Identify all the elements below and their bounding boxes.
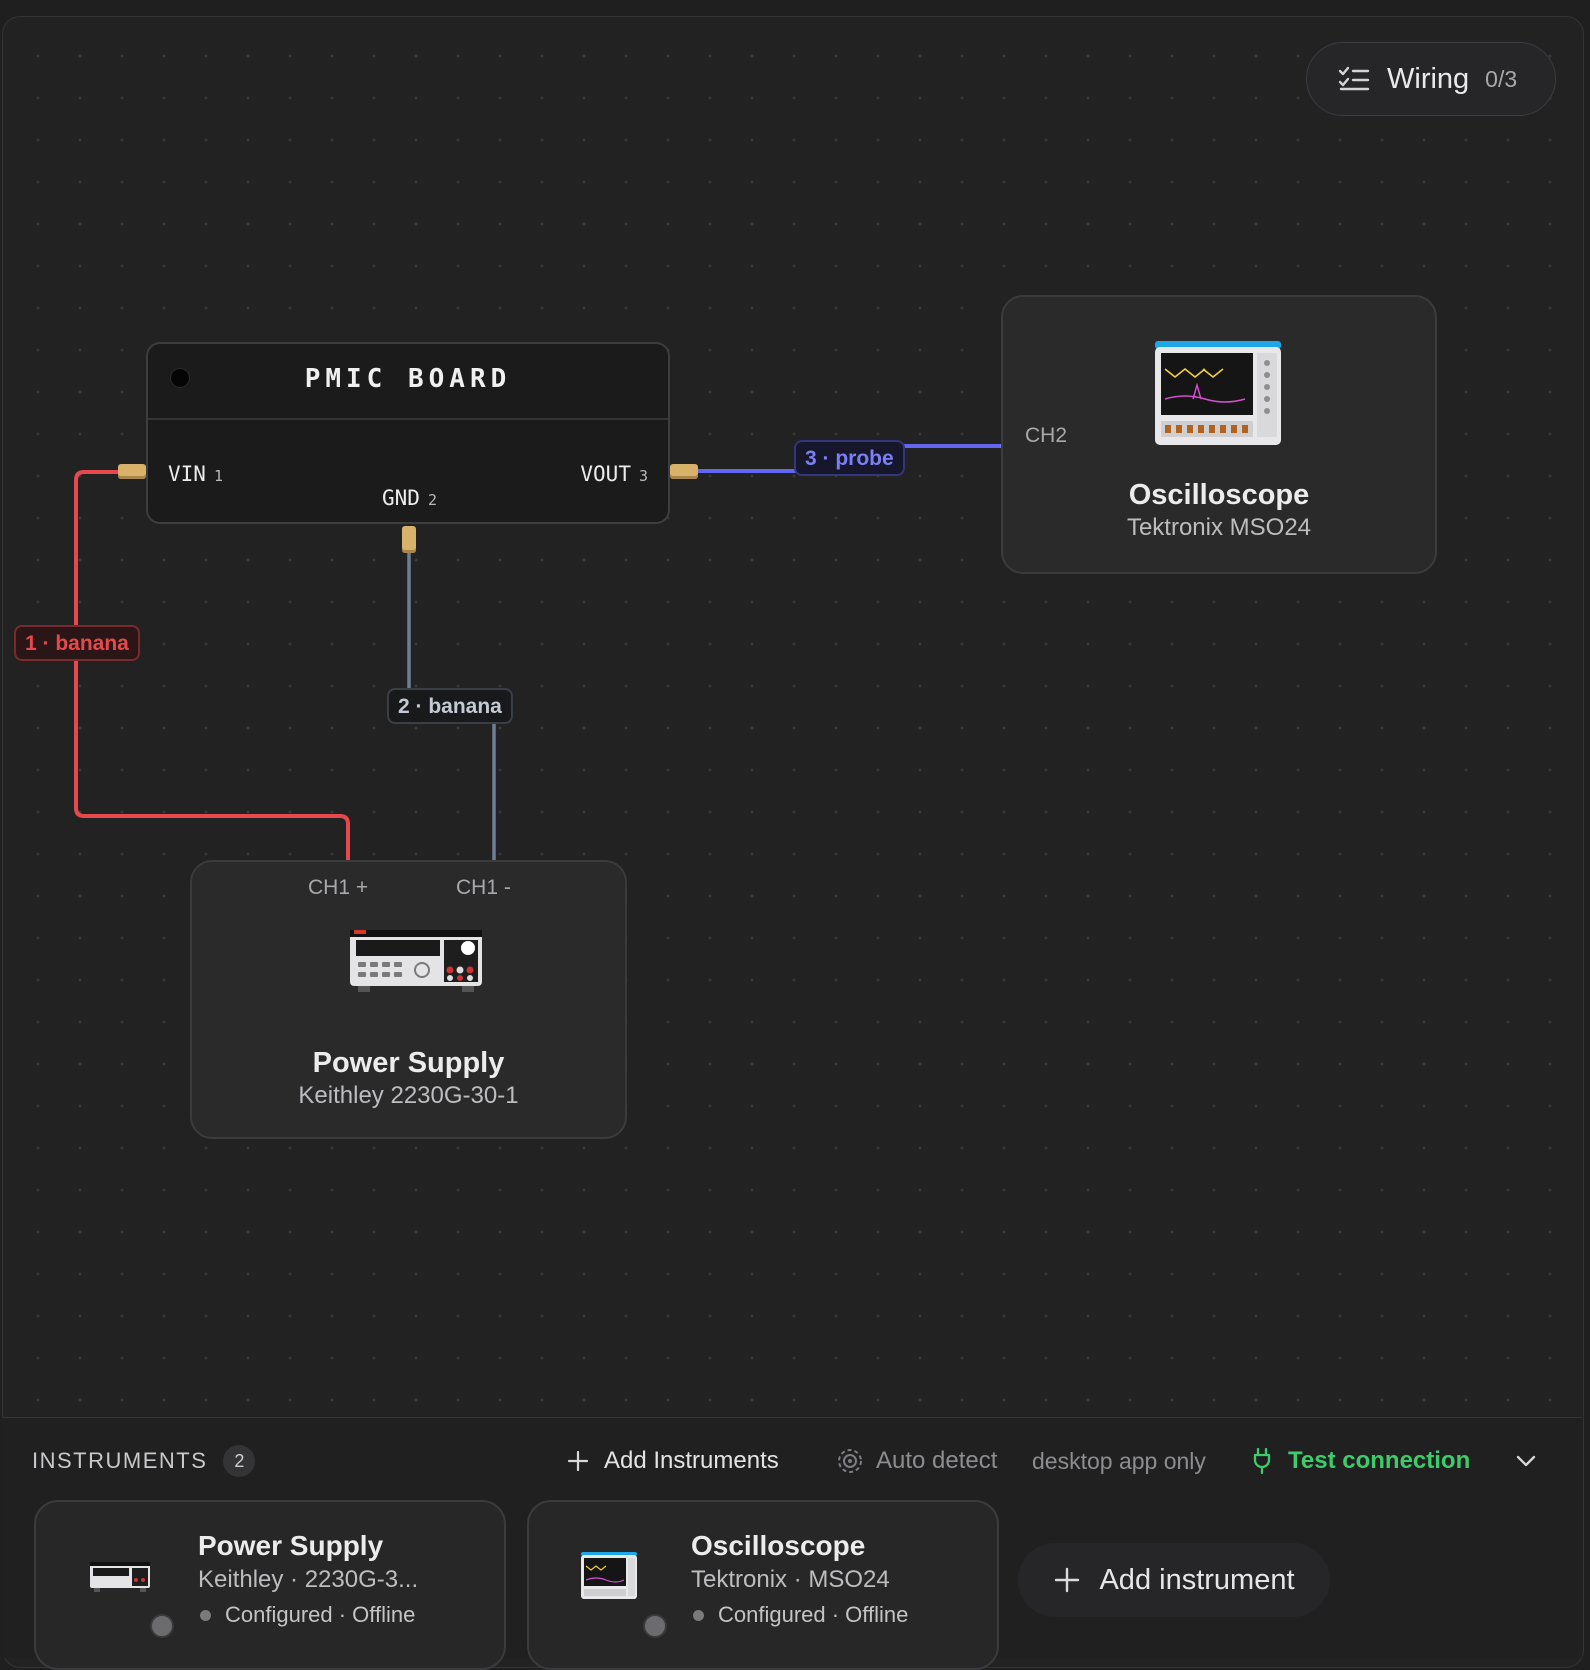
plus-icon bbox=[1055, 1567, 1080, 1593]
power-supply-image bbox=[350, 930, 482, 992]
pmic-board-node[interactable]: PMIC BOARD VIN 1 GND 2 VOUT 3 bbox=[146, 342, 670, 524]
instrument-card-oscilloscope[interactable]: Oscilloscope Tektronix · MSO24 Configure… bbox=[527, 1500, 999, 1670]
status-knob bbox=[643, 1614, 667, 1638]
wiring-canvas[interactable]: Wiring 0/3 PMIC BOARD VIN 1 GND 2 VOUT 3 1 … bbox=[0, 0, 1590, 1420]
connection-tag-1[interactable]: 1 · banana bbox=[14, 625, 140, 661]
status-dot bbox=[693, 1609, 704, 1621]
oscilloscope-node-model: Tektronix MSO24 bbox=[1126, 514, 1312, 541]
radar-icon bbox=[838, 1449, 862, 1473]
plug-vin[interactable] bbox=[118, 464, 146, 479]
board-title: PMIC BOARD bbox=[304, 364, 512, 394]
board-header: PMIC BOARD bbox=[148, 344, 668, 420]
instruments-title: INSTRUMENTS bbox=[32, 1448, 208, 1473]
power-supply-thumbnail bbox=[90, 1562, 150, 1592]
oscilloscope-node-name: Oscilloscope bbox=[1128, 479, 1310, 511]
add-instruments-button[interactable]: Add Instruments bbox=[566, 1441, 779, 1481]
wiring-label: Wiring bbox=[1387, 62, 1470, 95]
connection-tag-3[interactable]: 3 · probe bbox=[794, 440, 905, 476]
instruments-header: INSTRUMENTS 2 bbox=[32, 1441, 256, 1481]
pin-gnd: GND 2 bbox=[382, 486, 437, 510]
instrument-status: Configured · Offline bbox=[198, 1602, 415, 1628]
test-connection-button[interactable]: Test connection bbox=[1250, 1441, 1470, 1481]
plug-vout[interactable] bbox=[670, 464, 698, 479]
wires-layer bbox=[74, 435, 1022, 882]
power-supply-node-name: Power Supply bbox=[312, 1047, 505, 1079]
instrument-status: Configured · Offline bbox=[691, 1602, 908, 1628]
pin-vout: VOUT 3 bbox=[580, 462, 648, 486]
power-supply-node-model: Keithley 2230G-30-1 bbox=[298, 1082, 519, 1109]
instrument-name: Oscilloscope bbox=[691, 1530, 866, 1561]
status-dot bbox=[200, 1609, 211, 1621]
pin-vin: VIN 1 bbox=[168, 462, 223, 486]
add-instrument-button[interactable]: Add instrument bbox=[1018, 1543, 1330, 1617]
connection-tag-2[interactable]: 2 · banana bbox=[387, 688, 513, 724]
plus-icon bbox=[567, 1450, 589, 1472]
oscilloscope-node[interactable]: CH2 Oscilloscope Tektronix MSO24 bbox=[1001, 295, 1437, 574]
plug-gnd[interactable] bbox=[402, 526, 416, 553]
power-supply-node[interactable]: CH1 + CH1 - Power Supply Keithley 2230G-… bbox=[190, 860, 627, 1139]
plug-icon bbox=[1253, 1447, 1271, 1475]
instrument-card-power-supply[interactable]: Power Supply Keithley · 2230G-3... Confi… bbox=[34, 1500, 506, 1670]
checklist-icon bbox=[1338, 66, 1370, 91]
wire-1 bbox=[74, 470, 350, 870]
port-ch2-label: CH2 bbox=[1025, 424, 1068, 447]
status-knob bbox=[150, 1614, 174, 1638]
port-ch1-pos-label: CH1 + bbox=[308, 876, 369, 899]
wiring-count: 0/3 bbox=[1485, 65, 1518, 92]
port-ch1-neg-label: CH1 - bbox=[456, 876, 511, 899]
wiring-checklist-button[interactable]: Wiring 0/3 bbox=[1306, 42, 1556, 116]
instrument-model: Tektronix · MSO24 bbox=[691, 1566, 890, 1593]
instruments-count-badge: 2 bbox=[223, 1445, 256, 1477]
auto-detect-button[interactable]: Auto detect bbox=[836, 1441, 997, 1481]
instrument-name: Power Supply bbox=[198, 1530, 384, 1561]
desktop-only-note: desktop app only bbox=[1032, 1447, 1206, 1474]
oscilloscope-image bbox=[1155, 341, 1281, 445]
instrument-model: Keithley · 2230G-3... bbox=[198, 1566, 419, 1593]
chevron-down-icon bbox=[1516, 1455, 1536, 1467]
oscilloscope-thumbnail bbox=[581, 1552, 637, 1599]
collapse-panel-button[interactable] bbox=[1514, 1441, 1538, 1481]
